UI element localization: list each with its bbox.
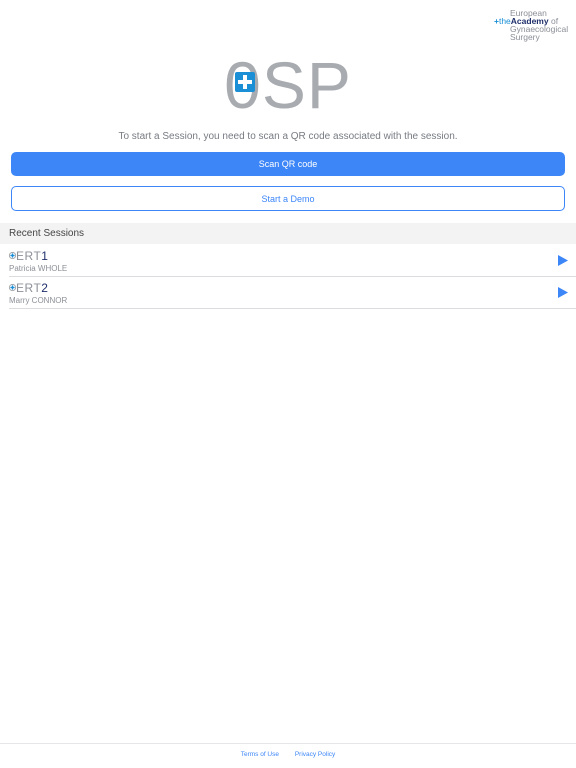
- scan-qr-button[interactable]: Scan QR code: [11, 152, 565, 176]
- session-code: ERT1: [9, 250, 48, 262]
- session-row[interactable]: ERT2 Marry CONNOR: [9, 277, 576, 309]
- terms-of-use-link[interactable]: Terms of Use: [241, 751, 279, 758]
- app-logo-o: 0: [224, 50, 262, 120]
- plus-cross-icon: [9, 284, 16, 291]
- session-row[interactable]: ERT1 Patricia WHOLE: [9, 245, 576, 277]
- session-code-prefix: ERT: [16, 249, 42, 263]
- recent-sessions-header: Recent Sessions: [0, 223, 576, 244]
- play-icon[interactable]: [558, 255, 568, 266]
- session-code-prefix: ERT: [16, 281, 42, 295]
- play-icon[interactable]: [558, 287, 568, 298]
- plus-cross-icon: [9, 252, 16, 259]
- session-participant-name: Marry CONNOR: [9, 296, 68, 305]
- scan-instruction: To start a Session, you need to scan a Q…: [118, 131, 458, 142]
- session-code-number: 1: [41, 249, 48, 263]
- start-demo-button[interactable]: Start a Demo: [11, 186, 565, 211]
- app-logo: 0SP: [0, 50, 576, 120]
- logo-line-surgery: Surgery: [510, 32, 540, 42]
- app-logo-text: SP: [261, 48, 352, 122]
- plus-cross-icon: [235, 72, 256, 92]
- session-participant-name: Patricia WHOLE: [9, 264, 68, 273]
- footer: Terms of Use Privacy Policy: [0, 743, 576, 768]
- session-code-number: 2: [41, 281, 48, 295]
- academy-logo: European +theAcademy of Gynaecological S…: [494, 9, 572, 43]
- privacy-policy-link[interactable]: Privacy Policy: [295, 751, 335, 758]
- session-code: ERT2: [9, 282, 48, 294]
